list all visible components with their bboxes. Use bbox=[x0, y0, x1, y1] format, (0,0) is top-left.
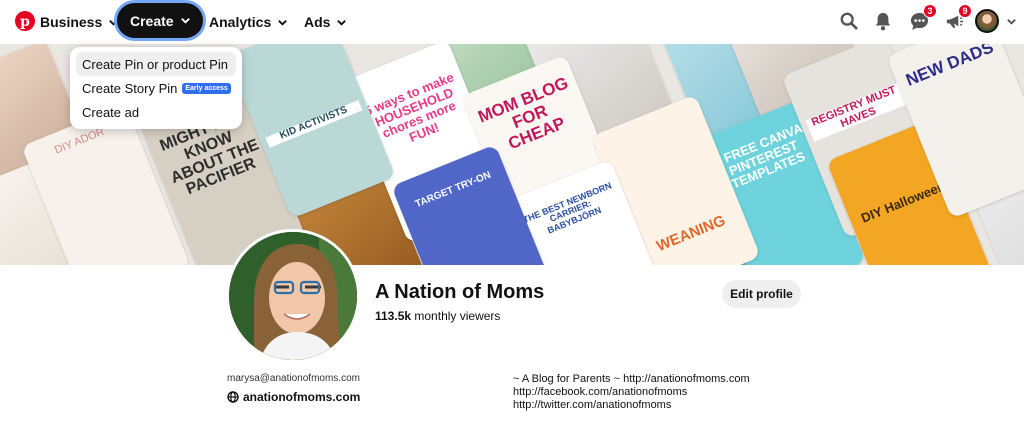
profile-name: A Nation of Moms bbox=[375, 281, 545, 303]
profile-website-link[interactable]: anationofmoms.com bbox=[227, 390, 360, 404]
chevron-down-icon[interactable] bbox=[1006, 16, 1017, 27]
chevron-down-icon bbox=[180, 18, 190, 24]
ads-menu-button[interactable]: Ads bbox=[304, 4, 347, 40]
edit-profile-button[interactable]: Edit profile bbox=[722, 280, 801, 308]
about-line: http://facebook.com/anationofmoms bbox=[513, 386, 688, 398]
menu-item-create-ad[interactable]: Create ad bbox=[76, 100, 236, 124]
messages-button[interactable]: 3 bbox=[907, 4, 937, 33]
pinterest-logo[interactable]: p bbox=[15, 11, 35, 31]
updates-badge: 9 bbox=[958, 4, 972, 18]
business-menu-button[interactable]: Business bbox=[40, 4, 119, 40]
viewers-count: 113.5k bbox=[375, 309, 412, 323]
create-dropdown-menu: Create Pin or product Pin Create Story P… bbox=[70, 47, 242, 129]
chevron-down-icon bbox=[278, 19, 288, 26]
bell-icon bbox=[875, 12, 891, 30]
avatar[interactable] bbox=[975, 9, 999, 33]
menu-item-label: Create Pin or product Pin bbox=[82, 56, 228, 72]
chevron-down-icon bbox=[337, 19, 347, 26]
menu-item-create-pin[interactable]: Create Pin or product Pin bbox=[76, 52, 236, 76]
updates-button[interactable]: 9 bbox=[942, 4, 972, 33]
menu-item-label: Create Story Pin bbox=[82, 80, 178, 96]
profile-email: marysa@anationofmoms.com bbox=[227, 373, 360, 384]
profile-photo[interactable] bbox=[226, 229, 360, 363]
search-icon bbox=[840, 12, 858, 30]
viewers-label: monthly viewers bbox=[414, 309, 501, 323]
profile-photo-image bbox=[229, 232, 357, 360]
search-button[interactable] bbox=[837, 9, 861, 33]
menu-item-label: Create ad bbox=[82, 104, 140, 120]
about-line: ~ A Blog for Parents ~ http://anationofm… bbox=[513, 373, 750, 385]
analytics-label: Analytics bbox=[209, 14, 272, 30]
early-access-badge: Early access bbox=[182, 82, 231, 94]
profile-about: ~ A Blog for Parents ~ http://anationofm… bbox=[513, 373, 750, 412]
analytics-menu-button[interactable]: Analytics bbox=[209, 4, 288, 40]
create-label: Create bbox=[130, 12, 174, 29]
about-line: http://twitter.com/anationofmoms bbox=[513, 399, 672, 411]
top-nav: p Business Create Analytics Ads 3 9 bbox=[0, 0, 1024, 44]
business-label: Business bbox=[40, 14, 103, 30]
ads-label: Ads bbox=[304, 14, 331, 30]
create-menu-button[interactable]: Create bbox=[117, 3, 203, 38]
globe-icon bbox=[227, 391, 239, 403]
monthly-viewers: 113.5k monthly viewers bbox=[375, 309, 500, 323]
messages-badge: 3 bbox=[923, 4, 937, 18]
website-label: anationofmoms.com bbox=[243, 390, 361, 404]
notifications-button[interactable] bbox=[871, 9, 895, 33]
menu-item-create-story-pin[interactable]: Create Story Pin Early access bbox=[76, 76, 236, 100]
